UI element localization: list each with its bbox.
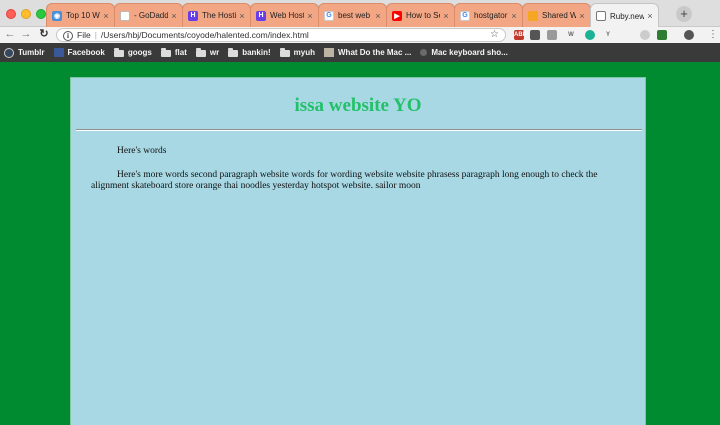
extension-icon[interactable] (547, 30, 557, 40)
godaddy-icon (120, 10, 130, 21)
file-icon (596, 11, 606, 21)
reload-icon[interactable]: ↻ (37, 27, 51, 43)
close-icon[interactable]: × (646, 11, 654, 21)
extension-icon[interactable]: Y (603, 30, 613, 40)
adblock-extension-icon[interactable]: ABP (514, 30, 527, 40)
url-text[interactable]: /Users/hbj/Documents/coyode/halented.com… (101, 30, 309, 40)
folder-icon (160, 48, 171, 57)
hostinger-icon: H (256, 10, 266, 21)
browser-toolbar: ← → ↻ i File | /Users/hbj/Documents/coyode/… (0, 27, 720, 43)
bookmark-label: myuh (293, 48, 315, 57)
bookmark-tumblr[interactable]: Tumblr (4, 47, 45, 58)
bookmark-what-do-the-mac[interactable]: What Do the Mac ... (324, 48, 411, 57)
bookmark-folder-flat[interactable]: flat (160, 48, 187, 57)
page-icon (324, 48, 334, 57)
bookmark-star-icon[interactable]: ☆ (490, 29, 499, 41)
content-panel: issa website YO Here's words Here's more… (70, 77, 646, 425)
info-icon[interactable]: i (63, 30, 73, 41)
apple-icon (420, 49, 428, 56)
tab-list: ◉ Top 10 We × - GoDadd × H The Hostir × … (46, 3, 659, 28)
tab-title: hostgator (474, 11, 508, 20)
minimize-window-button[interactable] (21, 9, 31, 19)
extension-icon[interactable] (530, 30, 540, 40)
globe-icon: ◉ (52, 10, 62, 21)
extension-icon[interactable] (622, 30, 632, 40)
bookmarks-bar: Tumblr Facebook googs flat wr bankin! my… (0, 43, 720, 62)
back-arrow-icon[interactable]: ← (3, 27, 17, 43)
tab-best-web-hosting[interactable]: G best web h × (318, 3, 387, 27)
hostgator-icon (528, 10, 538, 21)
extension-icon[interactable] (585, 30, 595, 40)
folder-icon (195, 48, 206, 57)
page-viewport: issa website YO Here's words Here's more… (0, 62, 720, 425)
tab-hostgator[interactable]: G hostgator × (454, 3, 523, 27)
tumblr-icon (4, 47, 14, 58)
zoom-window-button[interactable] (36, 9, 46, 19)
tab-title: Shared We (542, 11, 576, 20)
tab-title: How to Se (406, 11, 440, 20)
bookmark-label: wr (209, 48, 220, 57)
bookmark-facebook[interactable]: Facebook (53, 48, 105, 57)
scheme-label: File (77, 30, 91, 40)
bookmark-label: flat (174, 48, 187, 57)
tab-title: - GoDadd (134, 11, 168, 20)
hostinger-icon: H (188, 10, 198, 21)
close-icon[interactable]: × (442, 11, 450, 21)
bookmark-label: googs (127, 48, 152, 57)
close-icon[interactable]: × (374, 11, 382, 21)
tab-godaddy[interactable]: - GoDadd × (114, 3, 183, 27)
close-icon[interactable]: × (510, 11, 518, 21)
horizontal-rule (76, 129, 642, 131)
bookmark-mac-keyboard[interactable]: Mac keyboard sho... (420, 48, 508, 57)
tab-title: Top 10 We (66, 11, 100, 20)
address-bar[interactable]: i File | /Users/hbj/Documents/coyode/halent… (56, 28, 506, 42)
folder-icon (279, 48, 290, 57)
extension-icon[interactable] (657, 30, 667, 40)
omnibox-separator: | (94, 30, 97, 40)
bookmark-label: What Do the Mac ... (338, 48, 412, 57)
close-window-button[interactable] (6, 9, 16, 19)
close-icon[interactable]: × (102, 11, 110, 21)
bookmark-label: Mac keyboard sho... (431, 48, 508, 57)
tab-ruby-new[interactable]: Ruby.new × (590, 3, 659, 28)
tab-title: The Hostir (202, 11, 236, 20)
bookmark-folder-wr[interactable]: wr (195, 48, 220, 57)
facebook-icon (53, 48, 64, 57)
bookmark-folder-myuh[interactable]: myuh (279, 48, 315, 57)
close-icon[interactable]: × (306, 11, 314, 21)
page-title: issa website YO (294, 95, 422, 116)
tab-web-hosting[interactable]: H Web Hostir × (250, 3, 319, 27)
paragraph-2: Here's more words second paragraph websi… (91, 170, 598, 191)
bookmark-folder-googs[interactable]: googs (113, 48, 152, 57)
new-tab-button[interactable]: + (676, 6, 692, 22)
profile-avatar-icon[interactable] (684, 30, 694, 40)
bookmark-label: Facebook (67, 48, 105, 57)
extension-icon[interactable] (640, 30, 650, 40)
folder-icon (113, 48, 124, 57)
bookmark-label: Tumblr (18, 48, 45, 57)
paragraph-1: Here's words (117, 146, 167, 156)
tab-shared-web[interactable]: Shared We × (522, 3, 591, 27)
close-icon[interactable]: × (170, 11, 178, 21)
menu-kebab-icon[interactable]: ⋮ (708, 28, 718, 41)
tab-top-10-web[interactable]: ◉ Top 10 We × (46, 3, 115, 27)
tab-how-to-set[interactable]: ▶ How to Se × (386, 3, 455, 27)
tab-the-hostinger[interactable]: H The Hostir × (182, 3, 251, 27)
bookmark-folder-bankin[interactable]: bankin! (228, 48, 271, 57)
tab-title: Web Hostir (270, 11, 304, 20)
tab-strip: ◉ Top 10 We × - GoDadd × H The Hostir × … (0, 0, 720, 28)
extension-icon[interactable]: W (566, 30, 576, 40)
close-icon[interactable]: × (578, 11, 586, 21)
google-icon: G (324, 10, 334, 21)
forward-arrow-icon[interactable]: → (19, 27, 33, 43)
close-icon[interactable]: × (238, 11, 246, 21)
tab-title: best web h (338, 11, 372, 20)
tab-title: Ruby.new (610, 11, 644, 21)
google-icon: G (460, 10, 470, 21)
youtube-icon: ▶ (392, 10, 402, 21)
folder-icon (228, 48, 239, 57)
bookmark-label: bankin! (242, 48, 271, 57)
